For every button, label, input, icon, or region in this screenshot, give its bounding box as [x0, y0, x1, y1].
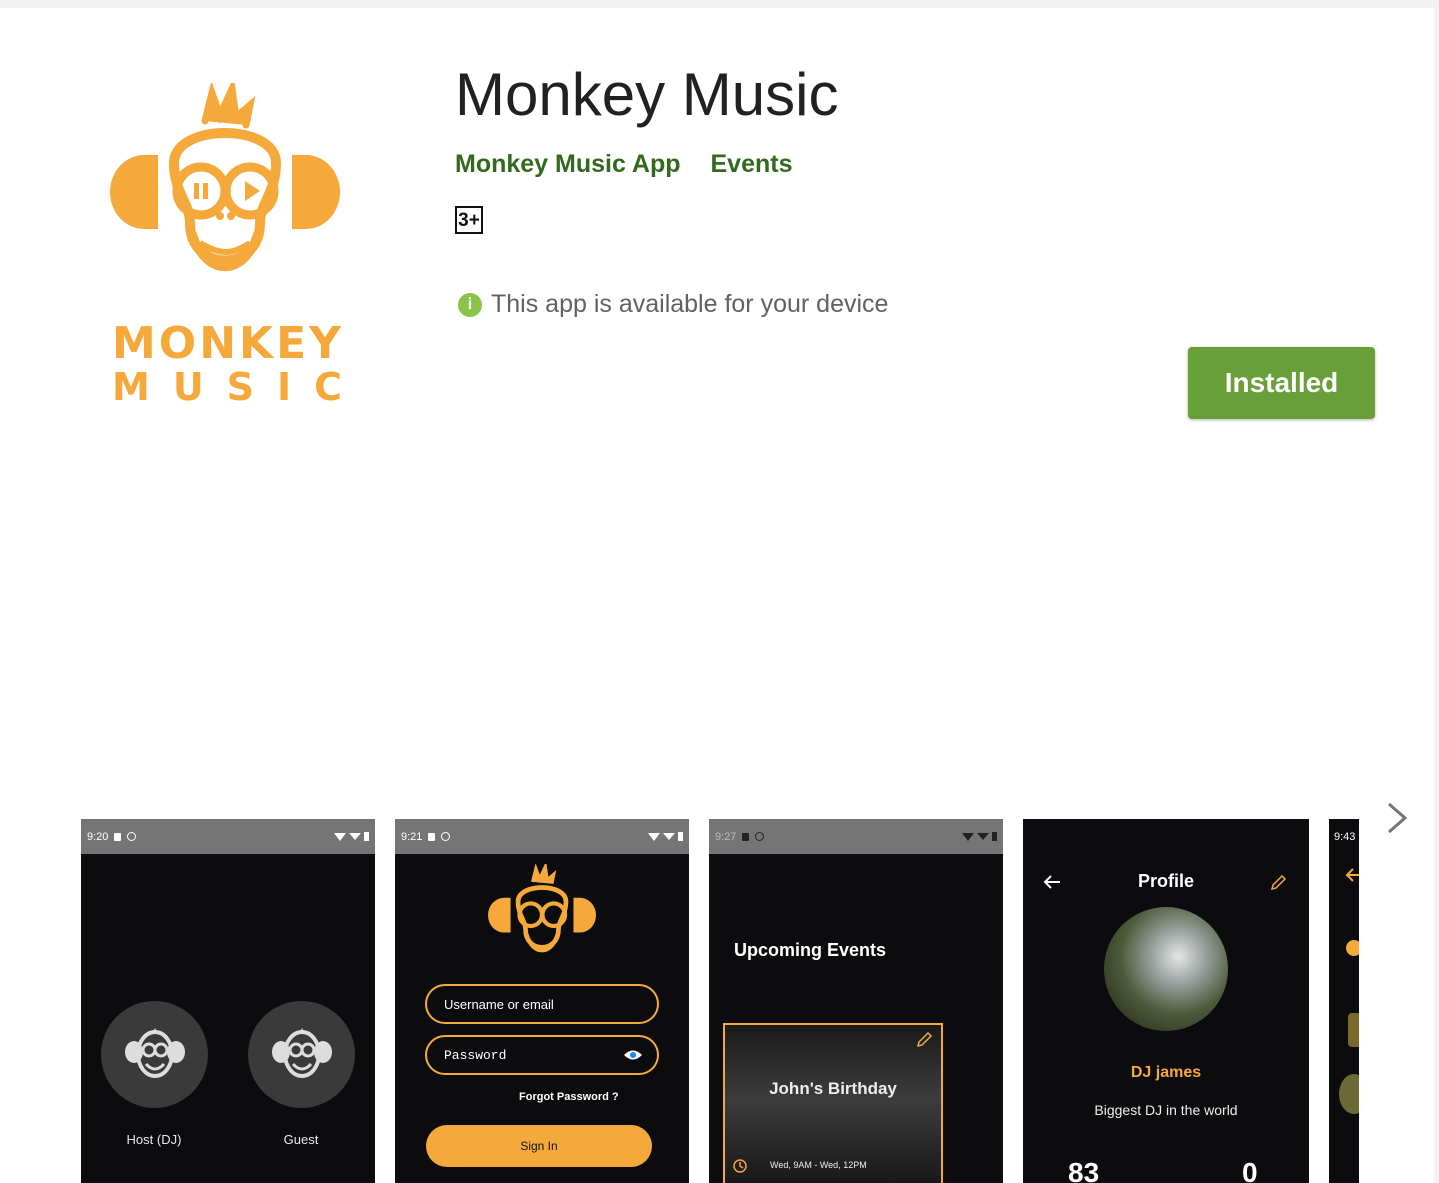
button-fragment [1348, 1013, 1359, 1047]
host-button[interactable] [101, 1001, 208, 1108]
logo-word-monkey: MONKEY [112, 318, 345, 369]
installed-button[interactable]: Installed [1188, 347, 1375, 419]
profile-avatar [1104, 907, 1228, 1031]
category-link[interactable]: Events [711, 150, 793, 179]
screenshot-partial[interactable]: 9:43 [1329, 819, 1359, 1183]
event-card[interactable]: John's Birthday Wed, 9AM - Wed, 12PM [723, 1023, 943, 1183]
sign-in-button[interactable]: Sign In [426, 1125, 652, 1167]
eye-icon[interactable] [623, 1049, 643, 1061]
app-logo: MONKEY MUSIC [100, 76, 366, 413]
username-field[interactable]: Username or email [425, 984, 659, 1024]
arrow-left-icon[interactable] [1345, 867, 1359, 883]
screenshot-login[interactable]: 9:21 Username or email Password Forgot P… [395, 819, 689, 1183]
availability-notice: i This app is available for your device [458, 290, 888, 319]
password-field[interactable]: Password [425, 1035, 659, 1075]
guest-label: Guest [283, 1132, 319, 1147]
monkey-head-icon [110, 76, 340, 272]
host-label: Host (DJ) [126, 1132, 182, 1147]
status-bar: 9:20 [81, 819, 375, 854]
monkey-logo-icon [488, 864, 596, 953]
logo-word-music: MUSIC [112, 365, 366, 409]
monkey-icon [124, 1027, 185, 1078]
content-rating-badge: 3+ [455, 206, 483, 234]
screenshot-role-select[interactable]: 9:20 Host (DJ) Guest [81, 819, 375, 1183]
status-time: 9:43 [1334, 830, 1356, 843]
profile-bio: Biggest DJ in the world [1094, 1102, 1238, 1118]
developer-link[interactable]: Monkey Music App [455, 150, 681, 179]
status-dot [1346, 940, 1359, 956]
profile-heading: Profile [1137, 871, 1194, 891]
monkey-icon [271, 1027, 332, 1078]
screenshot-events[interactable]: 9:27 Upcoming Events John's Birthday Wed… [709, 819, 1003, 1183]
forgot-password-link[interactable]: Forgot Password ? [519, 1091, 619, 1103]
thumbnail-fragment [1339, 1074, 1359, 1114]
profile-stat-1: 83 [1068, 1157, 1100, 1183]
pencil-icon[interactable] [1269, 874, 1287, 892]
event-title: John's Birthday [769, 1079, 897, 1098]
event-time: Wed, 9AM - Wed, 12PM [770, 1160, 867, 1170]
status-bar: 9:27 [709, 819, 1003, 854]
status-bar: 9:43 [1329, 819, 1359, 854]
clock-icon [733, 1159, 747, 1173]
pencil-icon[interactable] [915, 1031, 933, 1049]
status-time: 9:21 [401, 830, 423, 843]
status-time: 9:20 [87, 830, 109, 843]
screenshot-profile[interactable]: Profile DJ james Biggest DJ in the world… [1023, 819, 1309, 1183]
username-placeholder: Username or email [444, 996, 554, 1012]
upcoming-events-heading: Upcoming Events [734, 940, 887, 960]
chevron-right-icon[interactable] [1382, 798, 1412, 838]
status-time: 9:27 [715, 830, 737, 843]
status-bar: 9:21 [395, 819, 689, 854]
info-icon: i [458, 292, 482, 317]
app-title: Monkey Music [455, 61, 839, 128]
app-details-card: MONKEY MUSIC Monkey Music Monkey Music A… [0, 8, 1434, 1183]
profile-stat-2: 0 [1242, 1157, 1258, 1183]
app-meta: Monkey Music App Events [455, 150, 792, 179]
password-placeholder: Password [444, 1047, 507, 1063]
profile-name: DJ james [1130, 1064, 1202, 1081]
guest-button[interactable] [248, 1001, 355, 1108]
availability-text: This app is available for your device [491, 290, 889, 318]
